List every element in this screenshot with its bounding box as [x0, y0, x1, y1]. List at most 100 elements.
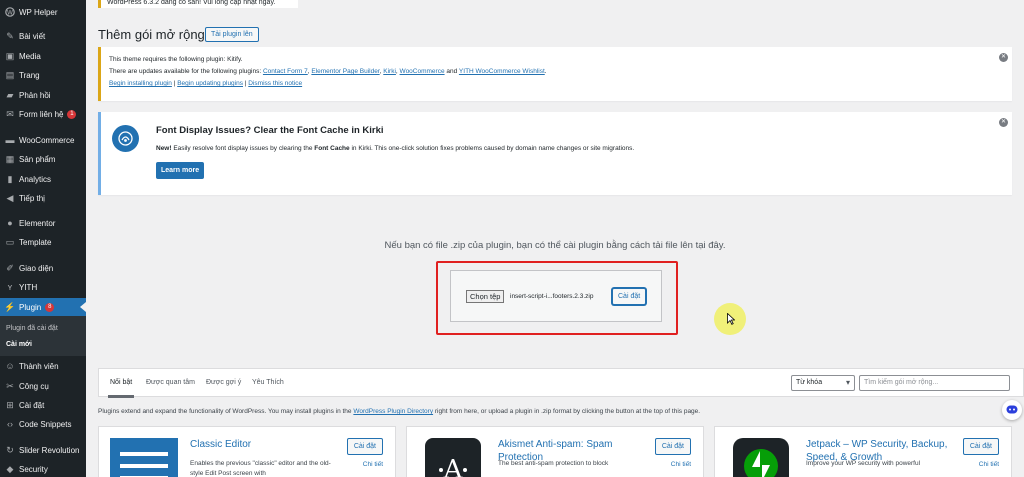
- plugin-details-link[interactable]: Chi tiết: [671, 461, 691, 468]
- notification-badge: 1: [67, 109, 77, 119]
- learn-more-button[interactable]: Learn more: [156, 162, 205, 179]
- begin-updating-link[interactable]: Begin updating plugins: [177, 80, 243, 87]
- sidebar-item-label: Thành viên: [19, 361, 59, 371]
- slider-icon: ↻: [6, 444, 14, 455]
- plugin-link[interactable]: WooCommerce: [400, 68, 445, 75]
- chart-icon: ▮: [7, 173, 13, 184]
- brush-icon: ✐: [6, 262, 14, 273]
- sidebar-item-label: Sản phẩm: [19, 154, 56, 164]
- sidebar-item-label: Tiếp thị: [19, 193, 45, 203]
- plugin-card-description: Enables the previous "classic" editor an…: [190, 460, 331, 477]
- woo-icon: ▬: [5, 135, 15, 145]
- plugin-card: Jetpack – WP Security, Backup, Speed, & …: [714, 426, 1012, 477]
- kirki-logo-icon: [112, 125, 139, 152]
- sidebar-item-label: Elementor: [19, 218, 56, 228]
- plugins-intro-text: Plugins extend and expand the functional…: [98, 408, 700, 415]
- sidebar-item-pages[interactable]: ▤ Trang: [0, 66, 86, 84]
- sidebar-item-appearance[interactable]: ✐ Giao diện: [0, 259, 86, 277]
- comment-icon: ▰: [6, 89, 14, 100]
- sidebar-item-products[interactable]: ▦ Sản phẩm: [0, 150, 86, 168]
- submenu-add-new[interactable]: Cài mới: [6, 341, 32, 348]
- sidebar-item-label: Code Snippets: [19, 419, 72, 429]
- sidebar-item-media[interactable]: ▣ Media: [0, 47, 86, 65]
- sidebar-item-code-snippets[interactable]: ‹› Code Snippets: [0, 415, 86, 433]
- sidebar-item-security[interactable]: ◆ Security: [0, 460, 86, 477]
- elementor-icon: ●: [7, 218, 13, 228]
- sidebar-item-label: Trang: [19, 70, 40, 80]
- kirki-notice: ✕ Font Display Issues? Clear the Font Ca…: [98, 112, 1012, 195]
- kirki-notice-description: New! Easily resolve font display issues …: [156, 145, 634, 152]
- mail-icon: ✉: [6, 108, 14, 119]
- folder-icon: ▭: [5, 236, 15, 247]
- sidebar-item-label: Công cụ: [19, 381, 49, 391]
- sidebar-item-template[interactable]: ▭ Template: [0, 233, 86, 251]
- upload-hint: Nếu bạn có file .zip của plugin, bạn có …: [384, 240, 726, 251]
- site-brand[interactable]: W WP Helper: [0, 3, 86, 21]
- required-plugins-notice: ✕ This theme requires the following plug…: [98, 47, 1012, 101]
- chat-widget-icon[interactable]: [1002, 400, 1022, 420]
- tab-featured[interactable]: Nổi bật: [107, 379, 135, 398]
- sidebar-item-label: Bài viết: [19, 31, 46, 41]
- pin-icon: ✎: [6, 30, 14, 41]
- plugin-details-link[interactable]: Chi tiết: [979, 461, 999, 468]
- page-title: Thêm gói mở rộng: [98, 27, 205, 42]
- plugin-install-button[interactable]: Cài đặt: [346, 438, 383, 455]
- sidebar-item-woocommerce[interactable]: ▬ WooCommerce: [0, 131, 86, 149]
- sidebar-item-settings[interactable]: ⊞ Cài đặt: [0, 396, 86, 414]
- plugin-install-button[interactable]: Cài đặt: [654, 438, 691, 455]
- sidebar-item-posts[interactable]: ✎ Bài viết: [0, 27, 86, 45]
- sidebar-item-label: Template: [19, 237, 52, 247]
- plugin-install-button[interactable]: Cài đặt: [962, 438, 999, 455]
- plugin-link[interactable]: Contact Form 7: [263, 68, 308, 75]
- new-label: New!: [156, 145, 172, 152]
- sidebar-item-plugins[interactable]: ⚡ Plugin 8: [0, 298, 86, 316]
- begin-installing-link[interactable]: Begin installing plugin: [109, 80, 172, 87]
- sidebar-item-contact-form[interactable]: ✉ Form liên hệ 1: [0, 105, 86, 123]
- plugin-link[interactable]: YITH WooCommerce Wishlist: [459, 68, 545, 75]
- search-type-select[interactable]: Từ khóa: [791, 375, 855, 391]
- admin-sidebar: W WP Helper ✎ Bài viết ▣ Media ▤ Trang ▰ Phả…: [0, 0, 86, 477]
- plugin-card-title[interactable]: Classic Editor: [190, 438, 340, 451]
- notice-line: There are updates available for the foll…: [109, 68, 547, 75]
- notice-actions: Begin installing plugin | Begin updating…: [109, 80, 303, 87]
- sidebar-item-label: Giao diện: [19, 263, 54, 273]
- plugin-icon: ⚡: [4, 301, 16, 312]
- site-brand-label: WP Helper: [19, 7, 58, 17]
- plugin-directory-link[interactable]: WordPress Plugin Directory: [353, 408, 433, 415]
- megaphone-icon: ◀: [6, 192, 14, 203]
- close-icon[interactable]: ✕: [999, 53, 1008, 62]
- svg-text:W: W: [7, 9, 13, 16]
- classic-editor-icon: [110, 438, 178, 477]
- tab-popular[interactable]: Được quan tâm: [146, 379, 195, 386]
- intro-text: right from here, or upload a plugin in .…: [433, 408, 701, 415]
- notice-text: There are updates available for the foll…: [109, 68, 263, 75]
- plugins-submenu: Plugin đã cài đặt Cài mới: [0, 316, 86, 356]
- core-update-notice[interactable]: WordPress 6.3.2 đang có sẵn! Vui lòng cậ…: [98, 0, 298, 8]
- tab-recommended[interactable]: Được gợi ý: [206, 379, 241, 386]
- akismet-icon: A: [425, 438, 481, 477]
- sidebar-item-marketing[interactable]: ◀ Tiếp thị: [0, 189, 86, 207]
- sidebar-item-users[interactable]: ☺ Thành viên: [0, 357, 86, 375]
- yith-icon: ʏ: [7, 282, 13, 292]
- upload-plugin-button[interactable]: Tải plugin lên: [205, 27, 259, 42]
- plugin-search-input[interactable]: Tìm kiếm gói mở rộng...: [859, 375, 1010, 391]
- plugin-details-link[interactable]: Chi tiết: [363, 461, 383, 468]
- plugin-link[interactable]: Elementor Page Builder: [311, 68, 379, 75]
- sidebar-item-analytics[interactable]: ▮ Analytics: [0, 170, 86, 188]
- sidebar-item-tools[interactable]: ✂ Công cụ: [0, 377, 86, 395]
- dismiss-notice-link[interactable]: Dismiss this notice: [248, 80, 302, 87]
- sidebar-item-slider-revolution[interactable]: ↻ Slider Revolution: [0, 441, 86, 459]
- highlight-box: [436, 261, 678, 335]
- sidebar-item-comments[interactable]: ▰ Phản hồi: [0, 86, 86, 104]
- submenu-installed-plugins[interactable]: Plugin đã cài đặt: [6, 325, 58, 332]
- sidebar-item-yith[interactable]: ʏ YITH: [0, 278, 86, 296]
- sidebar-item-label: Phản hồi: [19, 90, 51, 100]
- close-icon[interactable]: ✕: [999, 118, 1008, 127]
- plugin-link[interactable]: Kirki: [383, 68, 396, 75]
- sidebar-item-label: Plugin: [19, 302, 42, 312]
- box-icon: ▦: [5, 153, 15, 164]
- wordpress-icon: W: [5, 7, 15, 17]
- sidebar-item-elementor[interactable]: ● Elementor: [0, 214, 86, 232]
- tab-favorites[interactable]: Yêu Thích: [252, 379, 284, 386]
- wrench-icon: ✂: [6, 380, 14, 391]
